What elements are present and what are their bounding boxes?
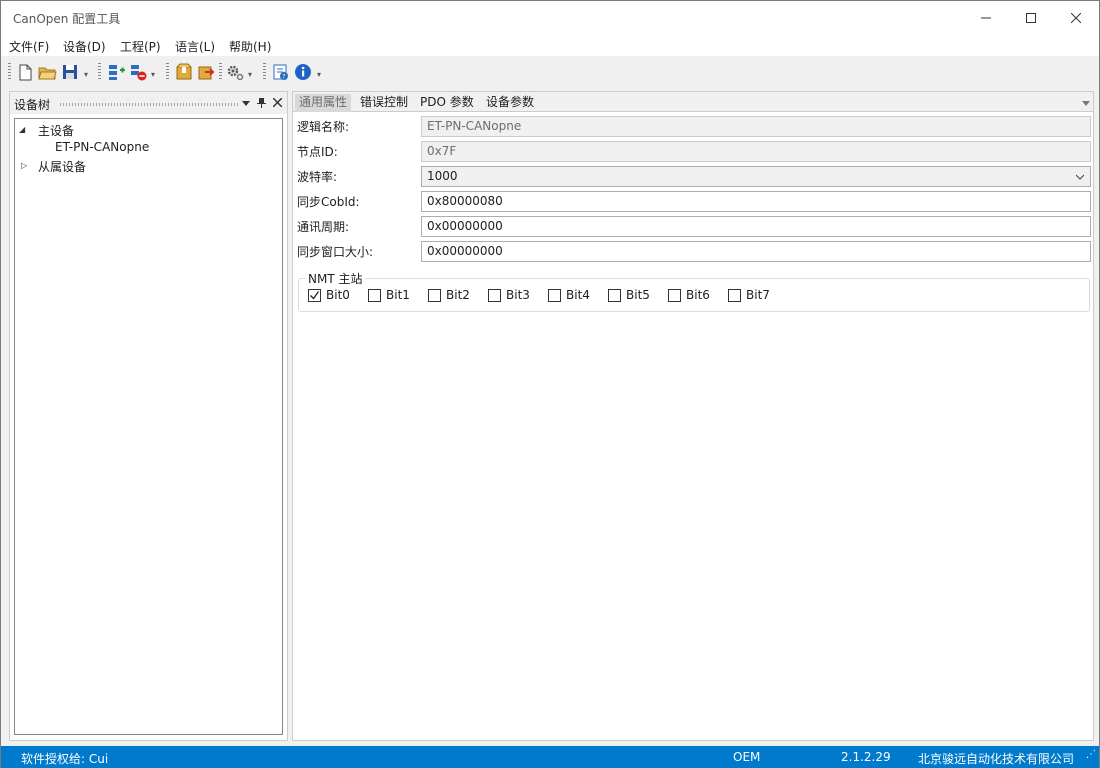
toolbar-grip[interactable] bbox=[219, 63, 222, 81]
logic-name-field: ET-PN-CANopne bbox=[421, 116, 1091, 137]
bit0-checkbox[interactable] bbox=[308, 289, 321, 302]
tree-node-slave[interactable]: 从属设备 bbox=[38, 158, 86, 175]
new-file-icon[interactable] bbox=[15, 62, 35, 82]
device-tree-panel: 设备树 ◢ 主设备 ET-PN-CANopne ▷ 从属设备 bbox=[9, 91, 288, 741]
maximize-button[interactable] bbox=[1008, 1, 1054, 34]
settings-icon[interactable] bbox=[225, 62, 245, 82]
expand-toggle-icon[interactable]: ◢ bbox=[19, 125, 25, 134]
maximize-icon bbox=[1026, 12, 1036, 23]
bit3-label: Bit3 bbox=[506, 288, 530, 302]
device-dropdown-icon[interactable]: ▾ bbox=[151, 70, 155, 79]
comm-period-field[interactable]: 0x00000000 bbox=[421, 216, 1091, 237]
sync-window-label: 同步窗口大小: bbox=[297, 245, 374, 259]
toolbar-grip[interactable] bbox=[98, 63, 101, 81]
bit6-checkbox[interactable] bbox=[668, 289, 681, 302]
window-title: CanOpen 配置工具 bbox=[13, 12, 121, 26]
baud-rate-label: 波特率: bbox=[297, 170, 338, 184]
baud-rate-select[interactable]: 1000 bbox=[421, 166, 1091, 187]
toolbar: ▾ ▾ ▾ ? ▾ bbox=[1, 58, 1099, 86]
open-folder-icon[interactable] bbox=[37, 62, 57, 82]
sync-cobid-label: 同步CobId: bbox=[297, 195, 360, 209]
bit7-checkbox[interactable] bbox=[728, 289, 741, 302]
bit5-checkbox[interactable] bbox=[608, 289, 621, 302]
app-window: CanOpen 配置工具 文件(F) 设备(D) 工程(P) 语言(L) 帮助(… bbox=[0, 0, 1100, 768]
logic-name-label: 逻辑名称: bbox=[297, 120, 350, 134]
bit4-label: Bit4 bbox=[566, 288, 590, 302]
node-id-label: 节点ID: bbox=[297, 145, 338, 159]
menu-bar: 文件(F) 设备(D) 工程(P) 语言(L) 帮助(H) bbox=[1, 34, 1099, 56]
bit6-label: Bit6 bbox=[686, 288, 710, 302]
properties-panel: 通用属性 错误控制 PDO 参数 设备参数 逻辑名称: ET-PN-CANopn… bbox=[292, 91, 1094, 741]
panel-grip[interactable] bbox=[60, 103, 238, 106]
bit3-checkbox[interactable] bbox=[488, 289, 501, 302]
tree-node-master[interactable]: 主设备 bbox=[38, 122, 74, 139]
device-tree: ◢ 主设备 ET-PN-CANopne ▷ 从属设备 bbox=[14, 118, 283, 735]
chevron-down-icon bbox=[1076, 174, 1084, 180]
menu-file[interactable]: 文件(F) bbox=[9, 38, 49, 55]
sync-cobid-field[interactable]: 0x80000080 bbox=[421, 191, 1091, 212]
package-icon[interactable] bbox=[174, 62, 194, 82]
checkmark-icon bbox=[310, 291, 320, 300]
close-icon[interactable] bbox=[273, 98, 282, 107]
company-text: 北京骏远自动化技术有限公司 bbox=[918, 752, 1075, 766]
menu-help[interactable]: 帮助(H) bbox=[229, 38, 271, 55]
license-text: 软件授权给: Cui bbox=[21, 752, 109, 766]
collapse-toggle-icon[interactable]: ▷ bbox=[21, 161, 27, 170]
toolbar-grip[interactable] bbox=[166, 63, 169, 81]
sync-window-field[interactable]: 0x00000000 bbox=[421, 241, 1091, 262]
toolbar-grip[interactable] bbox=[8, 63, 11, 81]
menu-project[interactable]: 工程(P) bbox=[120, 38, 161, 55]
panel-header: 设备树 bbox=[10, 92, 287, 114]
title-bar: CanOpen 配置工具 bbox=[1, 1, 1099, 34]
bit5-label: Bit5 bbox=[626, 288, 650, 302]
tab-error-control[interactable]: 错误控制 bbox=[356, 94, 412, 112]
pin-icon[interactable] bbox=[257, 97, 266, 108]
node-id-field: 0x7F bbox=[421, 141, 1091, 162]
bit1-label: Bit1 bbox=[386, 288, 410, 302]
svg-text:?: ? bbox=[282, 74, 285, 81]
bit4-checkbox[interactable] bbox=[548, 289, 561, 302]
remove-device-icon[interactable] bbox=[128, 62, 148, 82]
chevron-down-icon[interactable] bbox=[242, 101, 250, 107]
tab-device-params[interactable]: 设备参数 bbox=[482, 94, 538, 112]
minimize-icon bbox=[981, 17, 991, 18]
bit7-label: Bit7 bbox=[746, 288, 770, 302]
bit2-label: Bit2 bbox=[446, 288, 470, 302]
tab-menu-chevron-icon[interactable] bbox=[1082, 101, 1090, 106]
edition-text: OEM bbox=[733, 750, 761, 764]
version-text: 2.1.2.29 bbox=[841, 750, 891, 764]
tab-strip: 通用属性 错误控制 PDO 参数 设备参数 bbox=[293, 92, 1093, 112]
save-icon[interactable] bbox=[60, 62, 80, 82]
bit0-label: Bit0 bbox=[326, 288, 350, 302]
nmt-legend: NMT 主站 bbox=[305, 270, 366, 287]
comm-period-label: 通讯周期: bbox=[297, 220, 350, 234]
tree-node-device[interactable]: ET-PN-CANopne bbox=[55, 140, 149, 154]
tab-general[interactable]: 通用属性 bbox=[295, 94, 352, 112]
toolbar-grip[interactable] bbox=[263, 63, 266, 81]
bit1-checkbox[interactable] bbox=[368, 289, 381, 302]
info-icon[interactable] bbox=[293, 62, 313, 82]
minimize-button[interactable] bbox=[963, 1, 1009, 34]
info-dropdown-icon[interactable]: ▾ bbox=[317, 70, 321, 79]
close-window-button[interactable] bbox=[1053, 1, 1099, 34]
menu-language[interactable]: 语言(L) bbox=[175, 38, 215, 55]
close-icon bbox=[1071, 12, 1081, 23]
baud-rate-value: 1000 bbox=[427, 169, 458, 183]
export-icon[interactable] bbox=[196, 62, 216, 82]
status-bar: 软件授权给: Cui OEM 2.1.2.29 北京骏远自动化技术有限公司 ⋰ bbox=[1, 746, 1099, 768]
panel-title: 设备树 bbox=[14, 98, 51, 112]
settings-dropdown-icon[interactable]: ▾ bbox=[248, 70, 252, 79]
add-device-icon[interactable] bbox=[106, 62, 126, 82]
help-icon[interactable]: ? bbox=[271, 62, 291, 82]
nmt-master-group: NMT 主站 Bit0 Bit1 Bit2 Bit3 Bit4 Bit5 Bit… bbox=[298, 270, 1090, 312]
bit2-checkbox[interactable] bbox=[428, 289, 441, 302]
save-dropdown-icon[interactable]: ▾ bbox=[84, 70, 88, 79]
menu-device[interactable]: 设备(D) bbox=[63, 38, 106, 55]
tab-pdo-params[interactable]: PDO 参数 bbox=[416, 94, 478, 112]
resize-grip-icon[interactable]: ⋰ bbox=[1086, 749, 1096, 760]
